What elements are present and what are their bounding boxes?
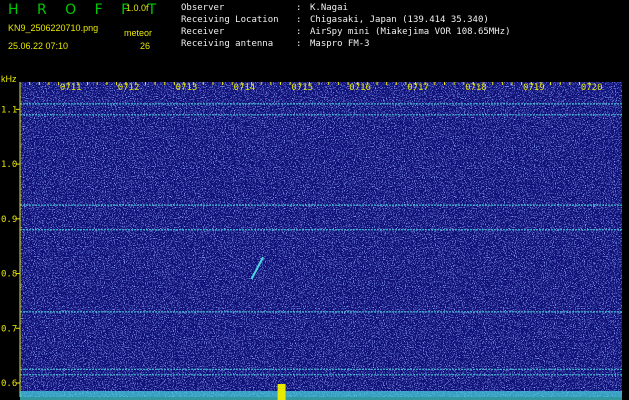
spectrogram-area: 0.6 0.7 0.8 0.9 1.0 1.1 0711 0712 0713 0714 0715 0…: [0, 73, 629, 400]
info-row-antenna: Receiving antenna: Maspro FM-3: [181, 38, 510, 50]
y-axis-label: kHz: [1, 74, 17, 84]
info-row-observer: Observer: K.Nagai: [181, 2, 510, 14]
y-tick-label: 1.0: [1, 160, 17, 170]
y-tick-label: 0.6: [1, 379, 17, 389]
meteor-label: meteor: [124, 28, 153, 38]
version-label: 1.0.0f: [126, 3, 149, 13]
info-key: Receiver: [181, 27, 225, 37]
info-value: K.Nagai: [310, 3, 348, 13]
info-key: Receiving Location: [181, 15, 279, 25]
info-key: Observer: [181, 3, 225, 13]
meteor-count: 26: [140, 41, 151, 51]
y-axis: 0.6 0.7 0.8 0.9 1.0 1.1: [1, 82, 21, 397]
x-tick-label: 0720: [581, 83, 603, 93]
info-separator: :: [296, 3, 302, 13]
y-tick-label: 1.1: [1, 105, 17, 115]
spectrogram-chart: 0.60.70.80.91.01.1 0711 0712 0713 0714 0715 0…: [1, 74, 622, 400]
info-value: Chigasaki, Japan (139.414 35.340): [310, 15, 489, 25]
filename-label: KN9_2506220710.png: [8, 23, 99, 33]
signal-strip-bar: [20, 391, 622, 400]
info-value: Maspro FM-3: [310, 39, 370, 49]
y-tick-label: 0.8: [1, 270, 17, 280]
info-separator: :: [296, 15, 302, 25]
info-panel: Observer: K.Nagai Receiving Location: Chig…: [181, 2, 510, 50]
y-tick-label: 0.7: [1, 324, 17, 334]
timestamp-label: 25.06.22 07:10: [8, 41, 69, 51]
info-row-receiver: Receiver: AirSpy mini (Miakejima VOR 108.…: [181, 26, 510, 38]
info-value: AirSpy mini (Miakejima VOR 108.65MHz): [310, 27, 511, 37]
info-separator: :: [296, 39, 302, 49]
header: H R O F F T 1.0.0f KN9_2506220710.png me…: [0, 0, 629, 73]
info-separator: :: [296, 27, 302, 37]
info-row-location: Receiving Location: Chigasaki, Japan (139…: [181, 14, 510, 26]
y-tick-label: 0.9: [1, 215, 17, 225]
plot-noise: [20, 82, 622, 397]
info-key: Receiving antenna: [181, 39, 274, 49]
signal-peak: [277, 384, 286, 400]
